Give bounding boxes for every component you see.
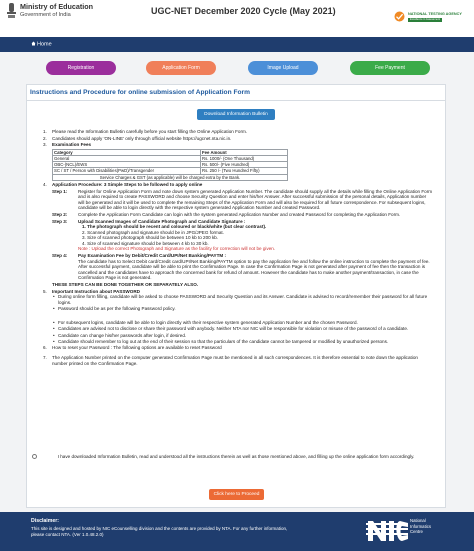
download-bulletin-button[interactable]: Download Information Bulletin xyxy=(197,109,275,120)
panel-title: Instructions and Procedure for online su… xyxy=(30,89,250,96)
accept-text: I have downloaded Information Bulletin, … xyxy=(57,454,415,459)
nta-name: NATIONAL TESTING AGENCY xyxy=(408,12,462,16)
home-link[interactable]: Home xyxy=(31,41,52,48)
home-icon xyxy=(31,41,36,46)
upload-note: Note : Upload the correct Photograph and… xyxy=(78,246,276,252)
nic-logo-icon xyxy=(366,521,408,541)
ministry-name: Ministry of Education xyxy=(20,2,94,11)
list-item: 7. The Application Number printed on the … xyxy=(43,354,418,366)
national-emblem-icon xyxy=(7,3,16,18)
step-fee-payment: Fee Payment xyxy=(350,61,430,75)
steps-note: THESE STEPS CAN BE DONE TOGETHER OR SEPA… xyxy=(52,282,199,288)
list-item: 1. Please read the Information Bulletin c… xyxy=(43,129,248,134)
step-4-text: Step 4: Pay Examination Fee by Debit/Cred… xyxy=(52,253,430,281)
table-row: Service Charges & GST (as applicable) wi… xyxy=(52,173,288,181)
navbar: Home xyxy=(0,37,474,52)
nic-name: National Informatics Centre xyxy=(410,518,432,535)
nta-logo-icon xyxy=(394,11,405,22)
step-image-upload: Image Upload xyxy=(248,61,318,75)
fee-table: Category Fee Amount General Rs. 1000/- (On… xyxy=(51,148,288,181)
step-registration: Registration xyxy=(46,61,116,75)
header: Ministry of Education Government of Indi… xyxy=(0,0,474,37)
footer: Disclaimer: This site is designed and ho… xyxy=(0,512,474,551)
step-3-text: Step 3: Upload Scanned Images of Candidat… xyxy=(52,219,433,253)
step-2-text: Step 2: Complete the Application Form Can… xyxy=(52,211,401,217)
page-title: UGC-NET December 2020 Cycle (May 2021) xyxy=(151,6,336,16)
instructions-panel: Instructions and Procedure for online su… xyxy=(26,84,446,508)
step-application-form: Application Form xyxy=(146,61,216,75)
disclaimer-title: Disclaimer: xyxy=(31,518,59,524)
progress-steps: Registration Application Form Image Uplo… xyxy=(46,61,430,75)
nta-tagline: Excellence in Assessment xyxy=(408,18,442,22)
disclaimer-text: This site is designed and hosted by NIC … xyxy=(31,526,288,538)
instructions-list: 1. Please read the Information Bulletin c… xyxy=(43,129,433,367)
list-item: 6. How to reset your Password : The follo… xyxy=(43,345,222,351)
divider xyxy=(27,100,445,101)
step-1-text: Step 1: Register for Online Application F… xyxy=(52,188,433,211)
proceed-button[interactable]: Click here to Proceed xyxy=(209,489,264,500)
government-name: Government of India xyxy=(20,12,71,18)
list-item: 2. Candidates should apply 'ON-LINE' only… xyxy=(43,135,232,141)
list-item: 4. Application Procedure: 3 Simple Steps … xyxy=(43,181,433,288)
list-item: 5.Important Instruction about PASSWORD D… xyxy=(43,289,433,345)
home-label: Home xyxy=(37,41,52,48)
list-item: 3. Examination Fees Category Fee Amount Ge… xyxy=(43,142,433,181)
